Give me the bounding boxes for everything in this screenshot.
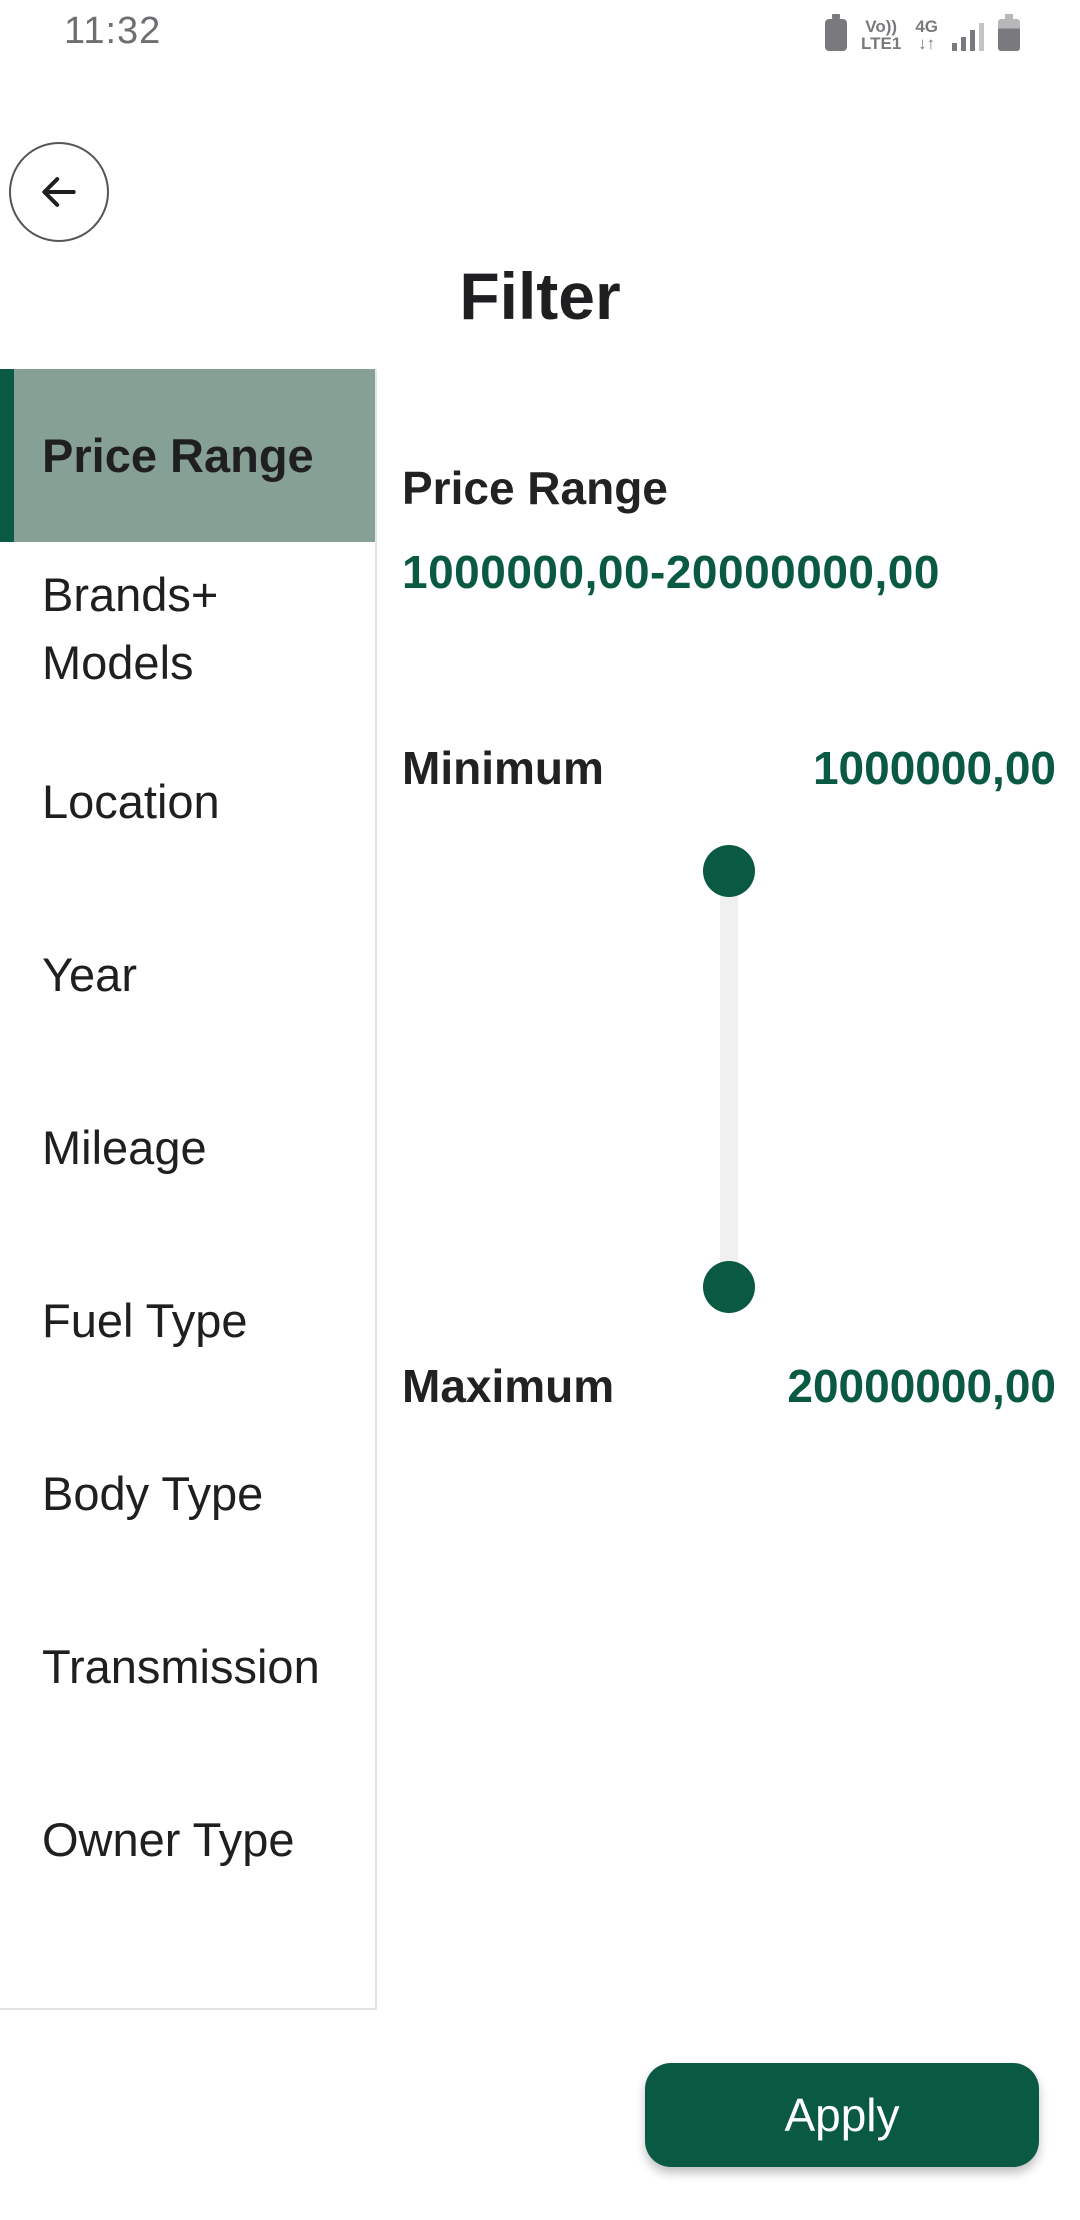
maximum-label: Maximum: [402, 1360, 615, 1412]
network-type: 4G ↓↑: [915, 18, 938, 52]
sidebar-item-label: Owner Type: [42, 1812, 295, 1866]
status-icons: Vo)) LTE1 4G ↓↑: [825, 12, 1020, 58]
sidebar-item-transmission[interactable]: Transmission: [0, 1580, 375, 1753]
sidebar-item-label: Location: [42, 774, 220, 828]
sidebar-item-price-range[interactable]: Price Range: [0, 369, 375, 542]
sidebar-item-label: Price Range: [42, 428, 314, 482]
sidebar-item-label: Fuel Type: [42, 1293, 248, 1347]
status-time: 11:32: [64, 10, 162, 52]
sidebar-item-label: Mileage: [42, 1120, 207, 1174]
price-range-value: 1000000,00-20000000,00: [402, 546, 940, 598]
back-button[interactable]: [9, 142, 109, 242]
sidebar-item-owner-type[interactable]: Owner Type: [0, 1753, 375, 1926]
battery-saver-icon: [825, 14, 847, 51]
battery-icon: [998, 14, 1020, 51]
filter-category-sidebar: Price Range Brands+ Models Location Year…: [0, 369, 377, 2010]
sidebar-item-fuel-type[interactable]: Fuel Type: [0, 1234, 375, 1407]
sidebar-item-label: Transmission: [42, 1639, 320, 1693]
minimum-slider-thumb[interactable]: [703, 845, 755, 897]
sidebar-item-mileage[interactable]: Mileage: [0, 1061, 375, 1234]
price-slider-track[interactable]: [720, 865, 738, 1281]
minimum-label: Minimum: [402, 742, 604, 794]
data-arrows-icon: ↓↑: [918, 34, 936, 53]
signal-icon: [952, 19, 984, 51]
arrow-left-icon: [42, 177, 76, 207]
volte-indicator: Vo)) LTE1: [861, 18, 901, 52]
maximum-slider-thumb[interactable]: [703, 1261, 755, 1313]
status-bar: 11:32 Vo)) LTE1 4G ↓↑: [0, 0, 1080, 70]
apply-button[interactable]: Apply: [645, 2063, 1039, 2167]
minimum-value: 1000000,00: [812, 742, 1056, 794]
sidebar-item-label: Brands+ Models: [42, 567, 219, 689]
sidebar-item-label: Body Type: [42, 1466, 264, 1520]
maximum-value: 20000000,00: [787, 1360, 1056, 1412]
sidebar-item-body-type[interactable]: Body Type: [0, 1407, 375, 1580]
sidebar-item-location[interactable]: Location: [0, 715, 375, 888]
volte-line2: LTE1: [861, 34, 902, 53]
price-range-panel: Price Range 1000000,00-20000000,00 Minim…: [377, 369, 1080, 2010]
sidebar-item-label: Year: [42, 947, 137, 1001]
section-title: Price Range: [402, 462, 668, 514]
sidebar-item-brands-models[interactable]: Brands+ Models: [0, 542, 375, 715]
sidebar-item-year[interactable]: Year: [0, 888, 375, 1061]
page-title: Filter: [459, 259, 621, 333]
